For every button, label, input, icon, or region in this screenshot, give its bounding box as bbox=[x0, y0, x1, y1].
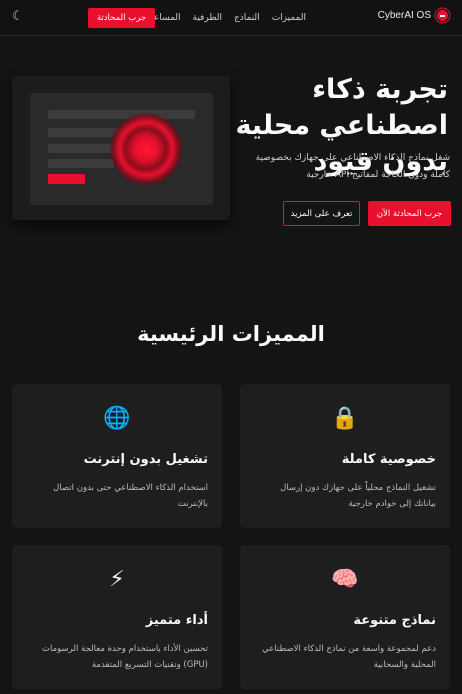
mock-window bbox=[30, 93, 213, 205]
hero-illustration bbox=[12, 76, 230, 220]
feature-title: أداء متميز bbox=[145, 613, 208, 628]
feature-title: خصوصية كاملة bbox=[341, 452, 436, 467]
feature-description: تحسين الأداء باستخدام وحدة معالجة الرسوم… bbox=[42, 644, 208, 670]
features-title: المميزات الرئيسية bbox=[137, 322, 325, 346]
moon-icon[interactable]: ☾ bbox=[12, 9, 24, 24]
feature-card-performance: ⚡ أداء متميز تحسين الأداء باستخدام وحدة … bbox=[12, 545, 222, 689]
ai-glow-graphic bbox=[110, 113, 182, 185]
feature-title: تشغيل بدون إنترنت bbox=[83, 452, 208, 467]
globe-icon: 🌐 bbox=[103, 406, 131, 431]
nav-link-models[interactable]: النماذج bbox=[234, 13, 260, 23]
nav-try-chat-button[interactable]: جرب المحادثة bbox=[88, 8, 155, 28]
feature-description: تشغيل النماذج محلياً على جهازك دون إرسال… bbox=[280, 483, 436, 509]
nav-links: المميزات النماذج الطرفية المساعدة bbox=[144, 13, 306, 23]
lock-icon: 🔒 bbox=[331, 406, 359, 431]
feature-description: دعم لمجموعة واسعة من نماذج الذكاء الاصطن… bbox=[262, 644, 436, 670]
brand[interactable]: CyberAI OS bbox=[378, 10, 448, 21]
feature-card-models: 🧠 نماذج متنوعة دعم لمجموعة واسعة من نماذ… bbox=[240, 545, 450, 689]
lightning-icon: ⚡ bbox=[109, 567, 125, 592]
mock-line bbox=[48, 110, 195, 119]
mock-line bbox=[48, 159, 114, 168]
mock-accent-bar bbox=[48, 174, 85, 184]
nav-link-features[interactable]: المميزات bbox=[272, 13, 306, 23]
top-nav: CyberAI OS المميزات النماذج الطرفية المس… bbox=[0, 0, 462, 36]
brand-logo-icon bbox=[437, 10, 448, 21]
feature-title: نماذج متنوعة bbox=[353, 613, 436, 628]
feature-description: استخدام الذكاء الاصطناعي حتى بدون اتصال … bbox=[53, 483, 208, 509]
try-chat-now-button[interactable]: جرب المحادثة الآن bbox=[368, 201, 451, 226]
learn-more-button[interactable]: تعرف على المزيد bbox=[283, 201, 360, 226]
feature-card-offline: 🌐 تشغيل بدون إنترنت استخدام الذكاء الاصط… bbox=[12, 384, 222, 528]
nav-link-terminal[interactable]: الطرفية bbox=[193, 13, 222, 23]
feature-card-privacy: 🔒 خصوصية كاملة تشغيل النماذج محلياً على … bbox=[240, 384, 450, 528]
brand-name: CyberAI OS bbox=[377, 10, 431, 21]
brain-icon: 🧠 bbox=[331, 567, 359, 592]
hero-description: شغل نماذج الذكاء الاصطناعي على جهازك بخص… bbox=[255, 153, 450, 180]
